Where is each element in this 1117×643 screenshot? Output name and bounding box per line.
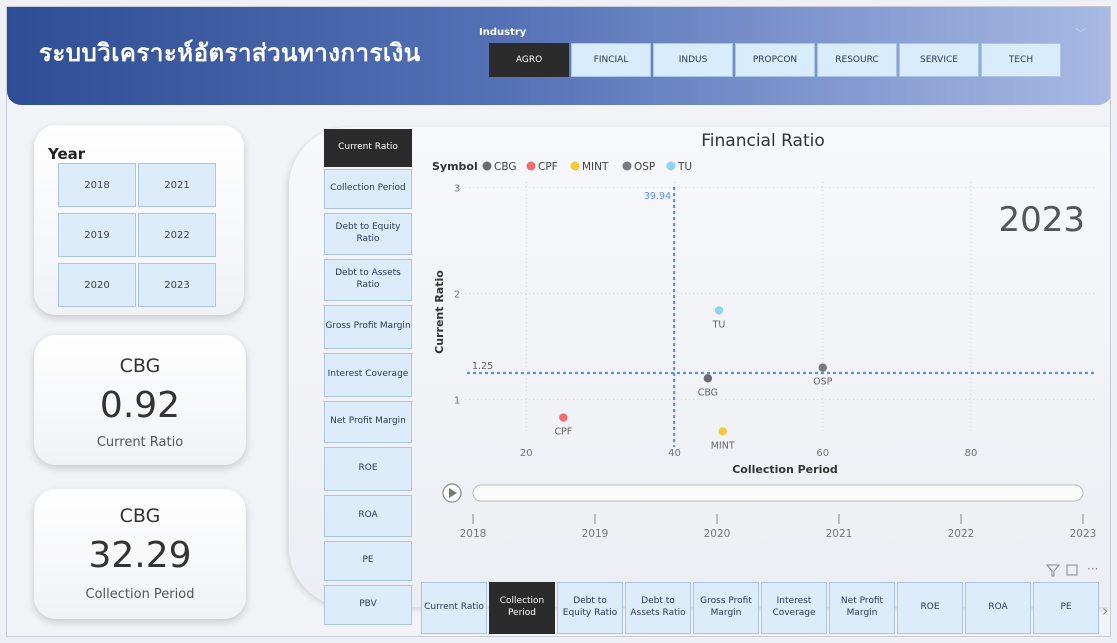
year-button-2018[interactable]: 2018 [58, 163, 136, 207]
kpi-value: 32.29 [88, 535, 192, 576]
industry-label: Industry [479, 27, 527, 38]
y-metric-button-roa[interactable]: ROA [324, 495, 412, 537]
y-metric-button-net-profit-margin[interactable]: Net Profit Margin [324, 401, 412, 443]
x-metric-button-collection-period[interactable]: Collection Period [489, 582, 555, 634]
y-metric-button-pbv[interactable]: PBV [324, 585, 412, 625]
kpi-card-current-ratio: CBG 0.92 Current Ratio [34, 335, 246, 465]
x-metric-button-debt-to-assets-ratio[interactable]: Debt to Assets Ratio [625, 582, 691, 634]
year-button-2020[interactable]: 2020 [58, 263, 136, 307]
year-button-2023[interactable]: 2023 [138, 263, 216, 307]
industry-button-tech[interactable]: TECH [981, 43, 1061, 77]
year-button-2021[interactable]: 2021 [138, 163, 216, 207]
x-metric-button-net-profit-margin[interactable]: Net Profit Margin [829, 582, 895, 634]
y-metric-button-interest-coverage[interactable]: Interest Coverage [324, 353, 412, 397]
x-metric-button-current-ratio[interactable]: Current Ratio [421, 582, 487, 634]
kpi-card-collection-period: CBG 32.29 Collection Period [34, 489, 246, 619]
industry-button-indus[interactable]: INDUS [653, 43, 733, 77]
x-metric-button-gross-profit-margin[interactable]: Gross Profit Margin [693, 582, 759, 634]
kpi-symbol: CBG [119, 355, 161, 377]
header-banner: ระบบวิเคราะห์อัตราส่วนทางการเงิน Industr… [7, 7, 1110, 105]
kpi-value: 0.92 [99, 385, 181, 426]
industry-button-propcon[interactable]: PROPCON [735, 43, 815, 77]
dashboard-frame: ระบบวิเคราะห์อัตราส่วนทางการเงิน Industr… [6, 6, 1111, 637]
x-metric-button-roe[interactable]: ROE [897, 582, 963, 634]
year-button-2019[interactable]: 2019 [58, 213, 136, 257]
app-title: ระบบวิเคราะห์อัตราส่วนทางการเงิน [39, 39, 421, 67]
chart-panel [289, 127, 1110, 607]
y-metric-button-debt-to-assets-ratio[interactable]: Debt to Assets Ratio [324, 259, 412, 301]
chevron-down-icon[interactable]: ﹀ [1075, 25, 1086, 41]
kpi-symbol: CBG [119, 505, 161, 527]
x-metric-button-roa[interactable]: ROA [965, 582, 1031, 634]
y-metric-button-pe[interactable]: PE [324, 541, 412, 581]
year-slicer-title: Year [48, 145, 86, 163]
y-metric-button-roe[interactable]: ROE [324, 447, 412, 491]
industry-button-resourc[interactable]: RESOURC [817, 43, 897, 77]
kpi-label: Current Ratio [96, 435, 184, 450]
industry-button-service[interactable]: SERVICE [899, 43, 979, 77]
kpi-label: Collection Period [85, 587, 195, 602]
industry-button-fincial[interactable]: FINCIAL [571, 43, 651, 77]
y-metric-button-debt-to-equity-ratio[interactable]: Debt to Equity Ratio [324, 213, 412, 255]
x-metric-button-debt-to-equity-ratio[interactable]: Debt to Equity Ratio [557, 582, 623, 634]
y-metric-button-gross-profit-margin[interactable]: Gross Profit Margin [324, 305, 412, 349]
y-metric-button-current-ratio[interactable]: Current Ratio [324, 129, 412, 167]
x-metric-button-interest-coverage[interactable]: Interest Coverage [761, 582, 827, 634]
industry-button-agro[interactable]: AGRO [489, 43, 569, 77]
y-metric-button-collection-period[interactable]: Collection Period [324, 169, 412, 209]
year-button-2022[interactable]: 2022 [138, 213, 216, 257]
year-slicer-card: Year 2018 2021 2019 2022 2020 2023 [34, 125, 244, 315]
x-metric-button-pe[interactable]: PE [1033, 582, 1099, 634]
